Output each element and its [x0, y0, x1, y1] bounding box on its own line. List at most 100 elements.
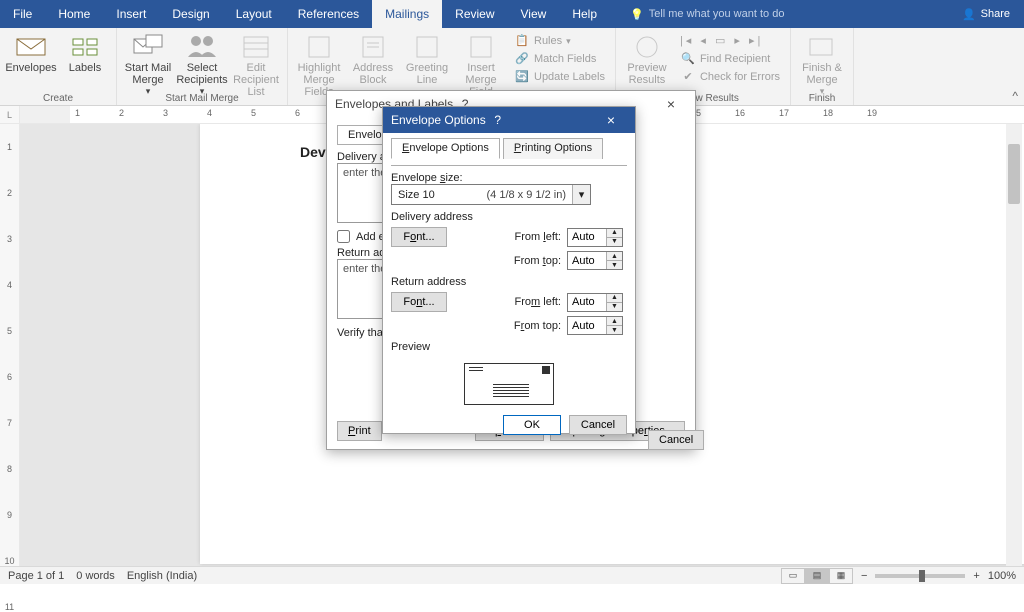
delivery-from-left-input[interactable]: [568, 229, 606, 246]
return-from-left-input[interactable]: [568, 294, 606, 311]
envelope-size-select[interactable]: Size 10 (4 1/8 x 9 1/2 in) ▾: [391, 184, 591, 205]
group-finish: Finish & Merge Finish: [791, 28, 854, 105]
return-from-top-label: From top:: [477, 320, 561, 332]
match-icon: 🔗: [514, 51, 530, 67]
recipients-icon: [186, 33, 218, 61]
start-merge-label: Start Mail Merge: [123, 62, 173, 86]
share-label: Share: [981, 8, 1010, 20]
zoom-slider-thumb[interactable]: [919, 570, 925, 582]
delivery-from-left-spinner[interactable]: ▲▼: [567, 228, 623, 247]
match-fields-button: 🔗Match Fields: [510, 50, 600, 68]
group-create: Envelopes Labels Create: [0, 28, 117, 105]
update-icon: 🔄: [514, 69, 530, 85]
spin-down-icon[interactable]: ▼: [607, 326, 622, 334]
envelope-options-dialog: Envelope Options ? × Envelope Options Pr…: [382, 106, 636, 434]
delivery-from-top-spinner[interactable]: ▲▼: [567, 251, 623, 270]
check-icon: ✔: [680, 69, 696, 85]
tab-home[interactable]: Home: [45, 0, 103, 28]
return-from-left-spinner[interactable]: ▲▼: [567, 293, 623, 312]
return-font-button[interactable]: Font...: [391, 292, 447, 312]
collapse-ribbon-button[interactable]: ^: [1012, 89, 1018, 103]
tab-references[interactable]: References: [285, 0, 372, 28]
delivery-from-top-input[interactable]: [568, 252, 606, 269]
envelopes-button[interactable]: Envelopes: [6, 30, 56, 74]
preview-results-button: Preview Results: [622, 30, 672, 86]
options-help-button[interactable]: ?: [486, 113, 510, 127]
preview-results-label: Preview Results: [622, 62, 672, 86]
spin-up-icon[interactable]: ▲: [607, 294, 622, 303]
tab-design[interactable]: Design: [159, 0, 222, 28]
ok-button[interactable]: OK: [503, 415, 561, 435]
select-recipients-button[interactable]: Select Recipients: [177, 30, 227, 97]
scrollbar-thumb[interactable]: [1008, 144, 1020, 204]
spin-down-icon[interactable]: ▼: [607, 261, 622, 269]
dialog-close-button[interactable]: ×: [655, 96, 687, 112]
printing-options-tab[interactable]: Printing Options: [503, 138, 603, 159]
tab-review[interactable]: Review: [442, 0, 507, 28]
highlight-icon: [303, 33, 335, 61]
tell-me-search[interactable]: Tell me what you want to do: [630, 0, 784, 28]
page-number[interactable]: Page 1 of 1: [8, 570, 64, 582]
add-electronic-postage-checkbox[interactable]: [337, 230, 350, 243]
delivery-from-top-label: From top:: [477, 255, 561, 267]
spin-up-icon[interactable]: ▲: [607, 229, 622, 238]
group-create-label: Create: [43, 92, 73, 105]
envelope-size-label: Envelope size:: [391, 172, 627, 184]
finish-icon: [806, 33, 838, 61]
rules-button: 📋Rules: [510, 32, 575, 50]
print-button[interactable]: Print: [337, 421, 382, 441]
tab-file[interactable]: File: [0, 0, 45, 28]
tab-mailings[interactable]: Mailings: [372, 0, 442, 28]
address-block-label: Address Block: [348, 62, 398, 86]
cancel-button[interactable]: Cancel: [569, 415, 627, 435]
options-close-button[interactable]: ×: [595, 112, 627, 128]
start-mail-merge-button[interactable]: Start Mail Merge: [123, 30, 173, 97]
find-recipient-button: 🔍Find Recipient: [676, 50, 774, 68]
return-from-top-input[interactable]: [568, 317, 606, 334]
tab-insert[interactable]: Insert: [103, 0, 159, 28]
spin-up-icon[interactable]: ▲: [607, 252, 622, 261]
tab-layout[interactable]: Layout: [223, 0, 285, 28]
web-layout-button[interactable]: ▦: [829, 568, 853, 584]
insert-field-icon: [465, 33, 497, 61]
envelopes-label: Envelopes: [5, 62, 56, 74]
language[interactable]: English (India): [127, 570, 197, 582]
zoom-in-button[interactable]: +: [973, 570, 979, 582]
spin-up-icon[interactable]: ▲: [607, 317, 622, 326]
chevron-down-icon[interactable]: ▾: [572, 185, 590, 204]
greeting-line-button: Greeting Line: [402, 30, 452, 86]
envelope-size-dim: (4 1/8 x 9 1/2 in): [487, 189, 573, 201]
tell-me-label: Tell me what you want to do: [649, 8, 785, 20]
nav-buttons: |◂ ◂ ▭ ▸ ▸|: [676, 32, 767, 50]
labels-label: Labels: [69, 62, 101, 74]
tab-view[interactable]: View: [508, 0, 560, 28]
highlight-fields-button: Highlight Merge Fields: [294, 30, 344, 98]
update-label: Update Labels: [534, 69, 605, 85]
envlabels-cancel-button[interactable]: Cancel: [648, 430, 704, 450]
tab-help[interactable]: Help: [559, 0, 610, 28]
zoom-out-button[interactable]: −: [861, 570, 867, 582]
spin-down-icon[interactable]: ▼: [607, 238, 622, 246]
word-count[interactable]: 0 words: [76, 570, 115, 582]
envelope-options-tab[interactable]: Envelope Options: [391, 138, 500, 159]
delivery-address-section-label: Delivery address: [391, 211, 627, 223]
vertical-scrollbar[interactable]: [1006, 124, 1022, 566]
delivery-font-button[interactable]: Font...: [391, 227, 447, 247]
spin-down-icon[interactable]: ▼: [607, 303, 622, 311]
select-recip-label: Select Recipients: [176, 62, 227, 86]
edit-list-icon: [240, 33, 272, 61]
read-mode-button[interactable]: ▭: [781, 568, 805, 584]
group-start-label: Start Mail Merge: [165, 92, 238, 105]
return-from-top-spinner[interactable]: ▲▼: [567, 316, 623, 335]
group-finish-label: Finish: [809, 92, 836, 105]
zoom-level[interactable]: 100%: [988, 570, 1016, 582]
print-layout-button[interactable]: ▤: [805, 568, 829, 584]
match-label: Match Fields: [534, 51, 596, 67]
tab-selector[interactable]: L: [0, 106, 20, 123]
mail-merge-icon: [132, 33, 164, 61]
labels-button[interactable]: Labels: [60, 30, 110, 74]
address-block-button: Address Block: [348, 30, 398, 86]
share-button[interactable]: Share: [948, 0, 1024, 28]
zoom-slider[interactable]: [875, 574, 965, 578]
options-dialog-title: Envelope Options: [391, 113, 486, 127]
